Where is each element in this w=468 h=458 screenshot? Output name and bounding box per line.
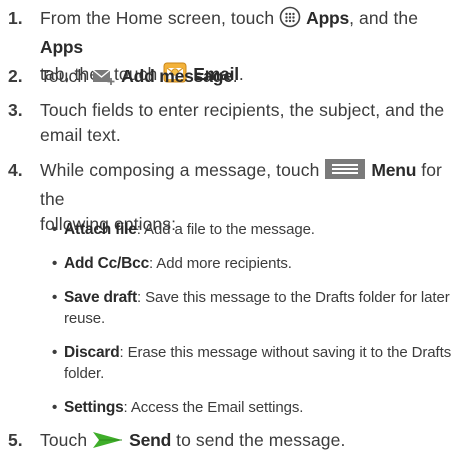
step-number: 3. <box>8 100 23 120</box>
list-item: Save draft: Save this message to the Dra… <box>52 287 462 329</box>
send-label: Send <box>129 430 172 450</box>
step-number: 4. <box>8 160 23 180</box>
menu-key-icon <box>324 158 366 187</box>
options-list: Attach file: Add a file to the message. … <box>52 219 462 418</box>
step-text: Touch Send to send the message. <box>40 428 465 457</box>
list-item: Discard: Erase this message without savi… <box>52 342 462 384</box>
send-icon <box>92 430 124 457</box>
add-message-label: Add message <box>121 66 233 86</box>
list-item: Add Cc/Bcc: Add more recipients. <box>52 253 462 274</box>
list-item: Settings: Access the Email settings. <box>52 397 462 418</box>
step-number: 5. <box>8 430 23 450</box>
step-number: 1. <box>8 8 23 28</box>
step-number: 2. <box>8 66 23 86</box>
instructions-document: 1. From the Home screen, touch Apps, and… <box>0 0 468 458</box>
list-item: Attach file: Add a file to the message. <box>52 219 462 240</box>
apps-tab-label: Apps <box>40 37 83 57</box>
add-message-icon <box>92 66 116 93</box>
apps-icon <box>279 6 301 35</box>
menu-label: Menu <box>371 160 417 180</box>
apps-label: Apps <box>306 8 350 28</box>
step-text: Touch Add message. <box>40 64 465 93</box>
step-text: Touch fields to enter recipients, the su… <box>40 100 445 145</box>
